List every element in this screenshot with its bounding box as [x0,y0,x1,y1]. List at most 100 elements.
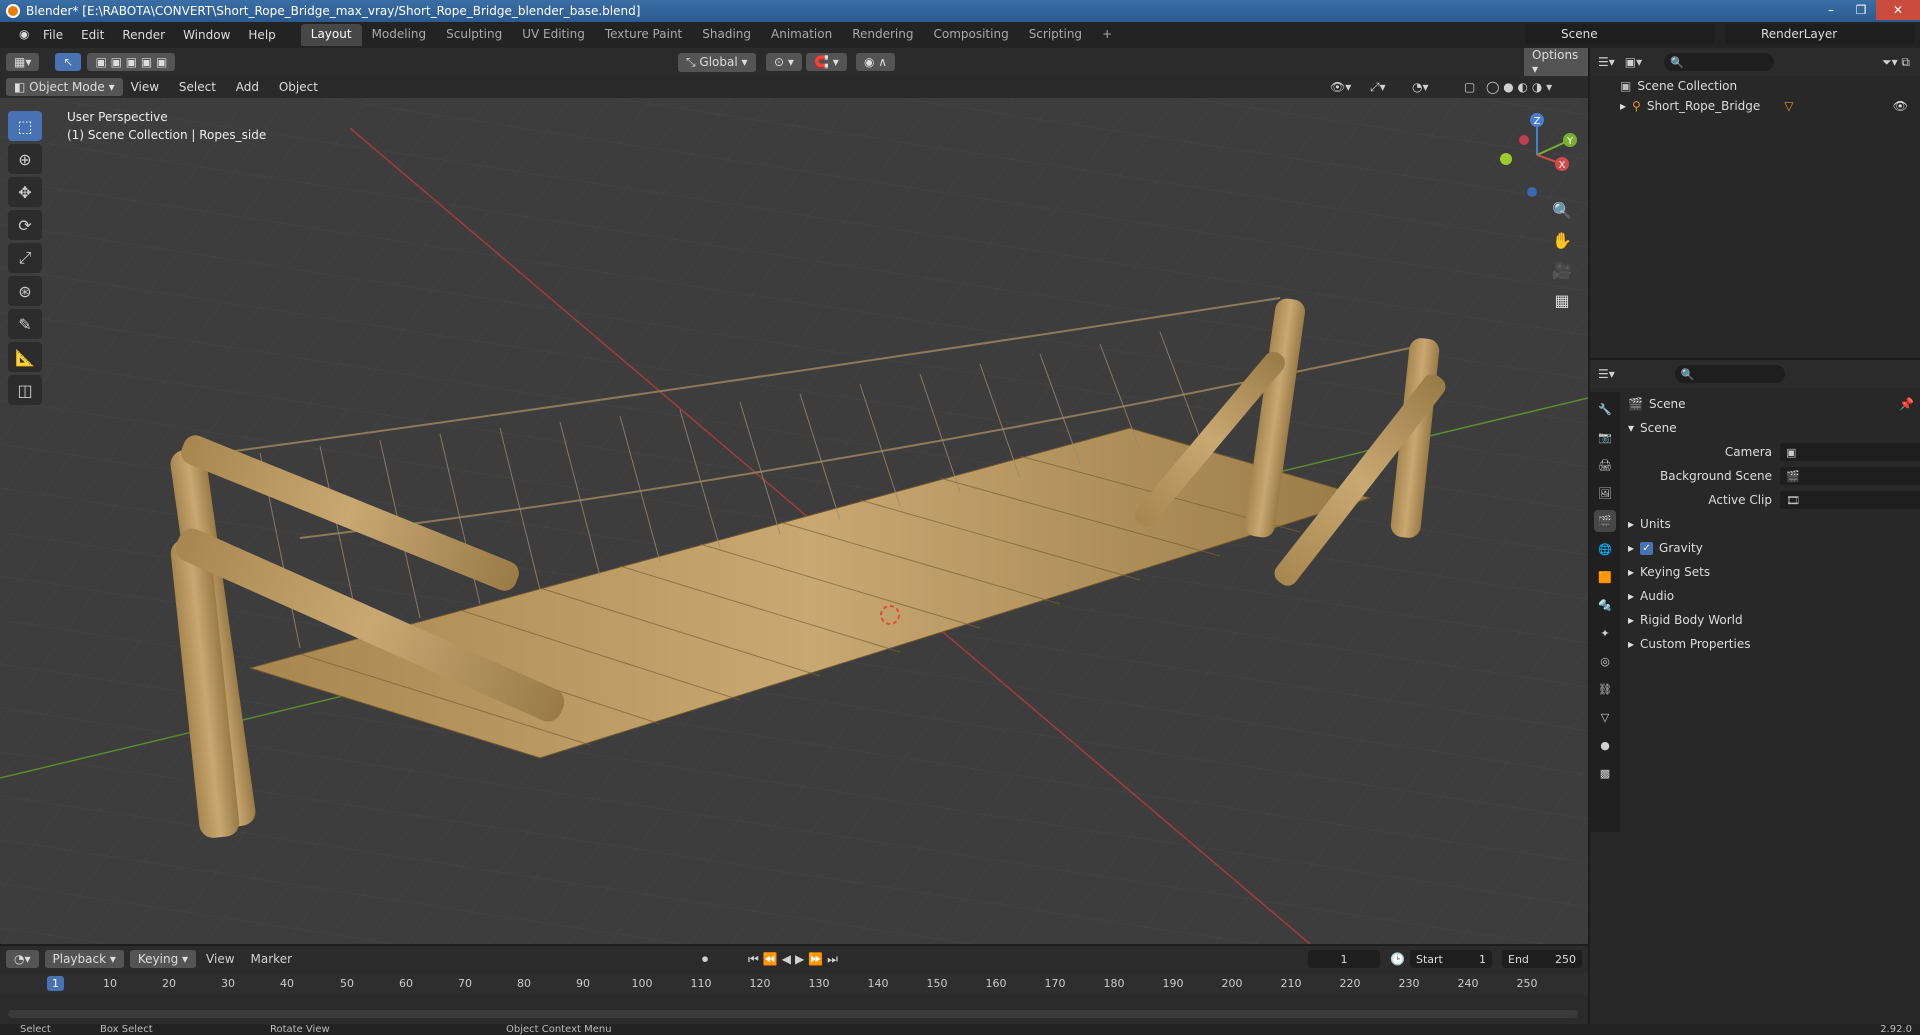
frame-ruler[interactable]: 10 20 30 40 50 60 70 80 90 100 110 120 1… [0,973,1588,995]
section-gravity[interactable]: ▸ ✓ Gravity [1622,536,1920,560]
camera-field[interactable]: ▣ [1780,443,1920,461]
add-cube-tool-icon[interactable]: ◫ [8,375,42,405]
modifier-tab-icon[interactable]: 🔩 [1594,594,1616,616]
tool-tab-icon[interactable]: 🔧 [1594,398,1616,420]
options-dropdown[interactable]: Options ▾ [1524,48,1588,78]
move-tool-icon[interactable]: ✥ [8,177,42,207]
viewport-menu-select[interactable]: Select [171,80,224,94]
properties-search-input[interactable]: 🔍 [1674,365,1785,383]
select-box-tool-icon[interactable]: ⬚ [8,111,42,141]
constraints-tab-icon[interactable]: ⛓ [1594,678,1616,700]
timeline-editor-icon[interactable]: ◔▾ [6,950,39,968]
minimize-button[interactable]: – [1816,0,1846,20]
xray-toggle[interactable]: ▢ [1464,80,1475,94]
measure-tool-icon[interactable]: 📐 [8,342,42,372]
section-units[interactable]: ▸ Units [1622,512,1920,536]
menu-window[interactable]: Window [174,28,239,42]
section-rigid-body-world[interactable]: ▸ Rigid Body World [1622,608,1920,632]
clock-icon[interactable]: 🕒 [1390,952,1405,966]
renderlayer-selector[interactable]: RenderLayer [1725,24,1915,44]
rotate-tool-icon[interactable]: ⟳ [8,210,42,240]
record-button-icon[interactable]: ⏺ [702,952,708,967]
end-frame-field[interactable]: End 250 [1502,950,1582,968]
outliner-row-root[interactable]: ▣ Scene Collection [1590,76,1920,96]
orientation-dropdown[interactable]: ⤡ Global ▾ [678,52,756,72]
section-custom-properties[interactable]: ▸ Custom Properties [1622,632,1920,656]
viewport-menu-object[interactable]: Object [271,80,326,94]
visibility-dropdown[interactable]: 👁▾ [1330,80,1351,94]
transform-tool-icon[interactable]: ⊛ [8,276,42,306]
scale-tool-icon[interactable]: ⤢ [8,243,42,273]
viewport-menu-view[interactable]: View [123,80,167,94]
outliner-search-input[interactable]: 🔍 [1664,53,1775,71]
background-scene-field[interactable]: 🎬 [1780,467,1920,485]
tab-rendering[interactable]: Rendering [842,24,923,46]
section-audio[interactable]: ▸ Audio [1622,584,1920,608]
menu-edit[interactable]: Edit [72,28,113,42]
navigation-gizmo[interactable]: Z Y X [1492,110,1582,200]
gizmo-toggle[interactable]: ⤢▾ [1370,80,1386,95]
output-tab-icon[interactable]: 🖨 [1594,454,1616,476]
outliner-row-bridge[interactable]: ▸ ⚲ Short_Rope_Bridge ▽ 👁 [1590,96,1920,116]
menu-render[interactable]: Render [113,28,174,42]
filter-icon[interactable]: ⏷▾ ⧉ [1882,55,1910,70]
world-tab-icon[interactable]: 🌐 [1594,538,1616,560]
editor-type-button[interactable]: ▦▾ [6,53,40,71]
tab-layout[interactable]: Layout [300,24,362,46]
current-frame-field[interactable]: 1 [1308,950,1380,968]
tab-uv-editing[interactable]: UV Editing [512,24,595,46]
playhead-frame[interactable]: 1 [47,976,64,991]
tab-texture-paint[interactable]: Texture Paint [595,24,692,46]
tab-sculpting[interactable]: Sculpting [436,24,512,46]
add-workspace-icon[interactable]: + [1092,24,1122,46]
outliner-editor-icon[interactable]: ☰▾ [1598,55,1615,69]
proportional-edit[interactable]: ◉ ∧ [856,53,896,71]
view-layer-tab-icon[interactable]: 🖼 [1594,482,1616,504]
material-tab-icon[interactable]: ● [1594,734,1616,756]
render-tab-icon[interactable]: 📷 [1594,426,1616,448]
select-tool-mode[interactable]: ↖ [55,53,82,71]
object-mode-dropdown[interactable]: ◧ Object Mode ▾ [6,78,123,96]
3d-viewport[interactable]: ▦▾ ↖ ▣ ▣ ▣ ▣ ▣ ⤡ Global ▾ ⊙ ▾ 🧲 ▾ ◉ ∧ Op… [0,48,1588,944]
tab-scripting[interactable]: Scripting [1019,24,1092,46]
viewport-menu-add[interactable]: Add [228,80,267,94]
playback-menu[interactable]: Playback ▾ [44,950,124,968]
ortho-grid-icon[interactable]: ▦ [1548,286,1576,314]
visibility-eye-icon[interactable]: 👁 [1893,99,1908,113]
menu-help[interactable]: Help [239,28,284,42]
close-button[interactable]: ✕ [1876,0,1920,20]
data-tab-icon[interactable]: ▽ [1594,706,1616,728]
shading-modes[interactable]: ◯ ● ◐ ◑ ▾ [1486,80,1552,94]
section-keying-sets[interactable]: ▸ Keying Sets [1622,560,1920,584]
scene-panel-header[interactable]: ▾ Scene [1622,416,1920,440]
cursor-tool-icon[interactable]: ⊕ [8,144,42,174]
pan-hand-icon[interactable]: ✋ [1548,226,1576,254]
tab-compositing[interactable]: Compositing [923,24,1018,46]
annotate-tool-icon[interactable]: ✎ [8,309,42,339]
zoom-icon[interactable]: 🔍 [1548,196,1576,224]
keying-menu[interactable]: Keying ▾ [129,950,197,968]
snap-toggle[interactable]: 🧲 ▾ [806,53,847,71]
timeline-scrollbar[interactable] [8,1010,1578,1018]
overlay-toggle[interactable]: ◔▾ [1412,80,1429,94]
pivot-dropdown[interactable]: ⊙ ▾ [766,53,802,71]
object-tab-icon[interactable]: 🟧 [1594,566,1616,588]
timeline-menu-marker[interactable]: Marker [251,952,292,966]
select-box-modes[interactable]: ▣ ▣ ▣ ▣ ▣ [87,53,176,71]
physics-tab-icon[interactable]: ◎ [1594,650,1616,672]
scene-selector[interactable]: Scene [1525,24,1715,44]
gravity-checkbox[interactable]: ✓ [1640,541,1654,555]
menu-file[interactable]: File [34,28,72,42]
particles-tab-icon[interactable]: ✦ [1594,622,1616,644]
maximize-button[interactable]: ❐ [1846,0,1876,20]
timeline-menu-view[interactable]: View [206,952,234,966]
camera-view-icon[interactable]: 🎥 [1548,256,1576,284]
tab-animation[interactable]: Animation [761,24,842,46]
blender-menu-icon[interactable]: ◉ [10,27,29,43]
properties-editor-icon[interactable]: ☰▾ [1598,367,1615,381]
start-frame-field[interactable]: Start 1 [1410,950,1492,968]
tab-modeling[interactable]: Modeling [362,24,437,46]
scene-tab-icon[interactable]: 🎬 [1594,510,1616,532]
texture-tab-icon[interactable]: ▩ [1594,762,1616,784]
tab-shading[interactable]: Shading [692,24,761,46]
